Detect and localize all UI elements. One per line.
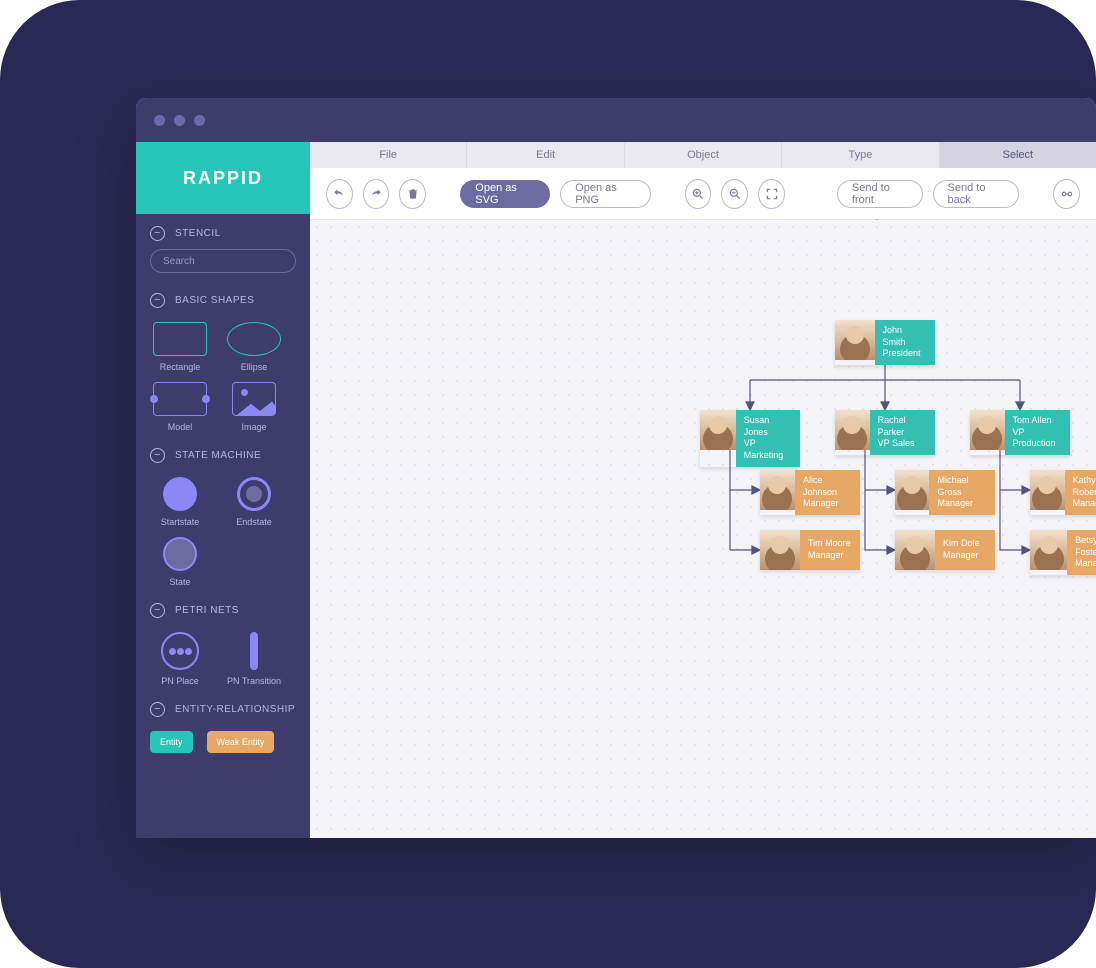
org-node-m1[interactable]: Alice JohnsonManager: [760, 470, 860, 515]
menu-file[interactable]: File: [310, 142, 467, 168]
shape-endstate[interactable]: Endstate: [224, 477, 284, 527]
org-node-m3[interactable]: Michael GrossManager: [895, 470, 995, 515]
shape-pn-transition[interactable]: PN Transition: [224, 632, 284, 686]
toolbar: Open as SVG Open as PNG Send to front Se…: [310, 168, 1096, 220]
section-entity-relationship[interactable]: − ENTITY-RELATIONSHIP: [136, 690, 310, 725]
zoom-out-icon: [728, 187, 742, 201]
menu-edit[interactable]: Edit: [467, 142, 624, 168]
pn-place-icon: [161, 632, 199, 670]
window-titlebar: [136, 98, 1096, 142]
fit-icon: [765, 187, 779, 201]
canvas[interactable]: John SmithPresident Susan JonesVP Market…: [310, 220, 1096, 838]
window-max-dot[interactable]: [194, 115, 205, 126]
avatar: [760, 470, 795, 510]
shape-image[interactable]: Image: [224, 382, 284, 432]
entity-icon: Entity: [150, 731, 193, 753]
org-node-m4[interactable]: Kim DoleManager: [895, 530, 995, 570]
avatar: [1030, 530, 1067, 570]
avatar: [1030, 470, 1065, 510]
send-to-front-button[interactable]: Send to front: [837, 180, 923, 208]
open-png-button[interactable]: Open as PNG: [560, 180, 650, 208]
startstate-icon: [163, 477, 197, 511]
send-to-back-button[interactable]: Send to back: [933, 180, 1020, 208]
shape-state[interactable]: State: [150, 537, 210, 587]
pn-transition-icon: [250, 632, 258, 670]
shape-pn-place[interactable]: PN Place: [150, 632, 210, 686]
section-basic-shapes[interactable]: − BASIC SHAPES: [136, 281, 310, 316]
collapse-icon: −: [150, 226, 165, 241]
org-node-root[interactable]: John SmithPresident: [835, 320, 935, 365]
menu-type[interactable]: Type: [782, 142, 939, 168]
window-close-dot[interactable]: [154, 115, 165, 126]
sidebar: RAPPID − STENCIL − BASIC SHAPES Rectangl…: [136, 142, 310, 838]
zoom-out-button[interactable]: [721, 179, 748, 209]
undo-button[interactable]: [326, 179, 353, 209]
org-node-vp2[interactable]: Rachel ParkerVP Sales: [835, 410, 935, 455]
rectangle-icon: [153, 322, 207, 356]
org-node-vp3[interactable]: Tom AllenVP Production: [970, 410, 1070, 455]
menu-object[interactable]: Object: [625, 142, 782, 168]
avatar: [700, 410, 736, 450]
search-input[interactable]: [150, 249, 296, 273]
trash-icon: [406, 187, 420, 201]
avatar: [895, 470, 929, 510]
avatar: [835, 410, 870, 450]
fit-button[interactable]: [758, 179, 785, 209]
stencil-header[interactable]: − STENCIL: [136, 214, 310, 249]
shape-weak-entity[interactable]: Weak Entity: [207, 731, 275, 753]
window-min-dot[interactable]: [174, 115, 185, 126]
open-svg-button[interactable]: Open as SVG: [460, 180, 550, 208]
undo-icon: [332, 187, 346, 201]
avatar: [835, 320, 875, 360]
avatar: [760, 530, 800, 570]
org-node-m6[interactable]: Betsy FosterManager: [1030, 530, 1096, 575]
collapse-icon: −: [150, 702, 165, 717]
model-icon: [153, 382, 207, 416]
org-node-m2[interactable]: Tim MooreManager: [760, 530, 860, 570]
section-petri-nets[interactable]: − PETRI NETS: [136, 591, 310, 626]
redo-icon: [369, 187, 383, 201]
shape-ellipse[interactable]: Ellipse: [224, 322, 284, 372]
shape-entity[interactable]: Entity: [150, 731, 193, 753]
shape-model[interactable]: Model: [150, 382, 210, 432]
shape-rectangle[interactable]: Rectangle: [150, 322, 210, 372]
collapse-icon: −: [150, 448, 165, 463]
org-node-m5[interactable]: Kathy RobertsManager: [1030, 470, 1096, 515]
weak-entity-icon: Weak Entity: [207, 731, 275, 753]
redo-button[interactable]: [363, 179, 390, 209]
link-icon: [1060, 187, 1074, 201]
menu-select[interactable]: Select: [940, 142, 1096, 168]
avatar: [970, 410, 1005, 450]
org-node-vp1[interactable]: Susan JonesVP Marketing: [700, 410, 800, 467]
stencil-label: STENCIL: [175, 228, 221, 239]
more-button[interactable]: [1053, 179, 1080, 209]
delete-button[interactable]: [399, 179, 426, 209]
state-icon: [163, 537, 197, 571]
zoom-in-button[interactable]: [685, 179, 712, 209]
shape-startstate[interactable]: Startstate: [150, 477, 210, 527]
ellipse-icon: [227, 322, 281, 356]
collapse-icon: −: [150, 293, 165, 308]
brand-logo: RAPPID: [136, 142, 310, 214]
endstate-icon: [237, 477, 271, 511]
collapse-icon: −: [150, 603, 165, 618]
zoom-in-icon: [691, 187, 705, 201]
section-state-machine[interactable]: − STATE MACHINE: [136, 436, 310, 471]
image-icon: [232, 382, 276, 416]
avatar: [895, 530, 935, 570]
menubar: File Edit Object Type Select: [310, 142, 1096, 168]
